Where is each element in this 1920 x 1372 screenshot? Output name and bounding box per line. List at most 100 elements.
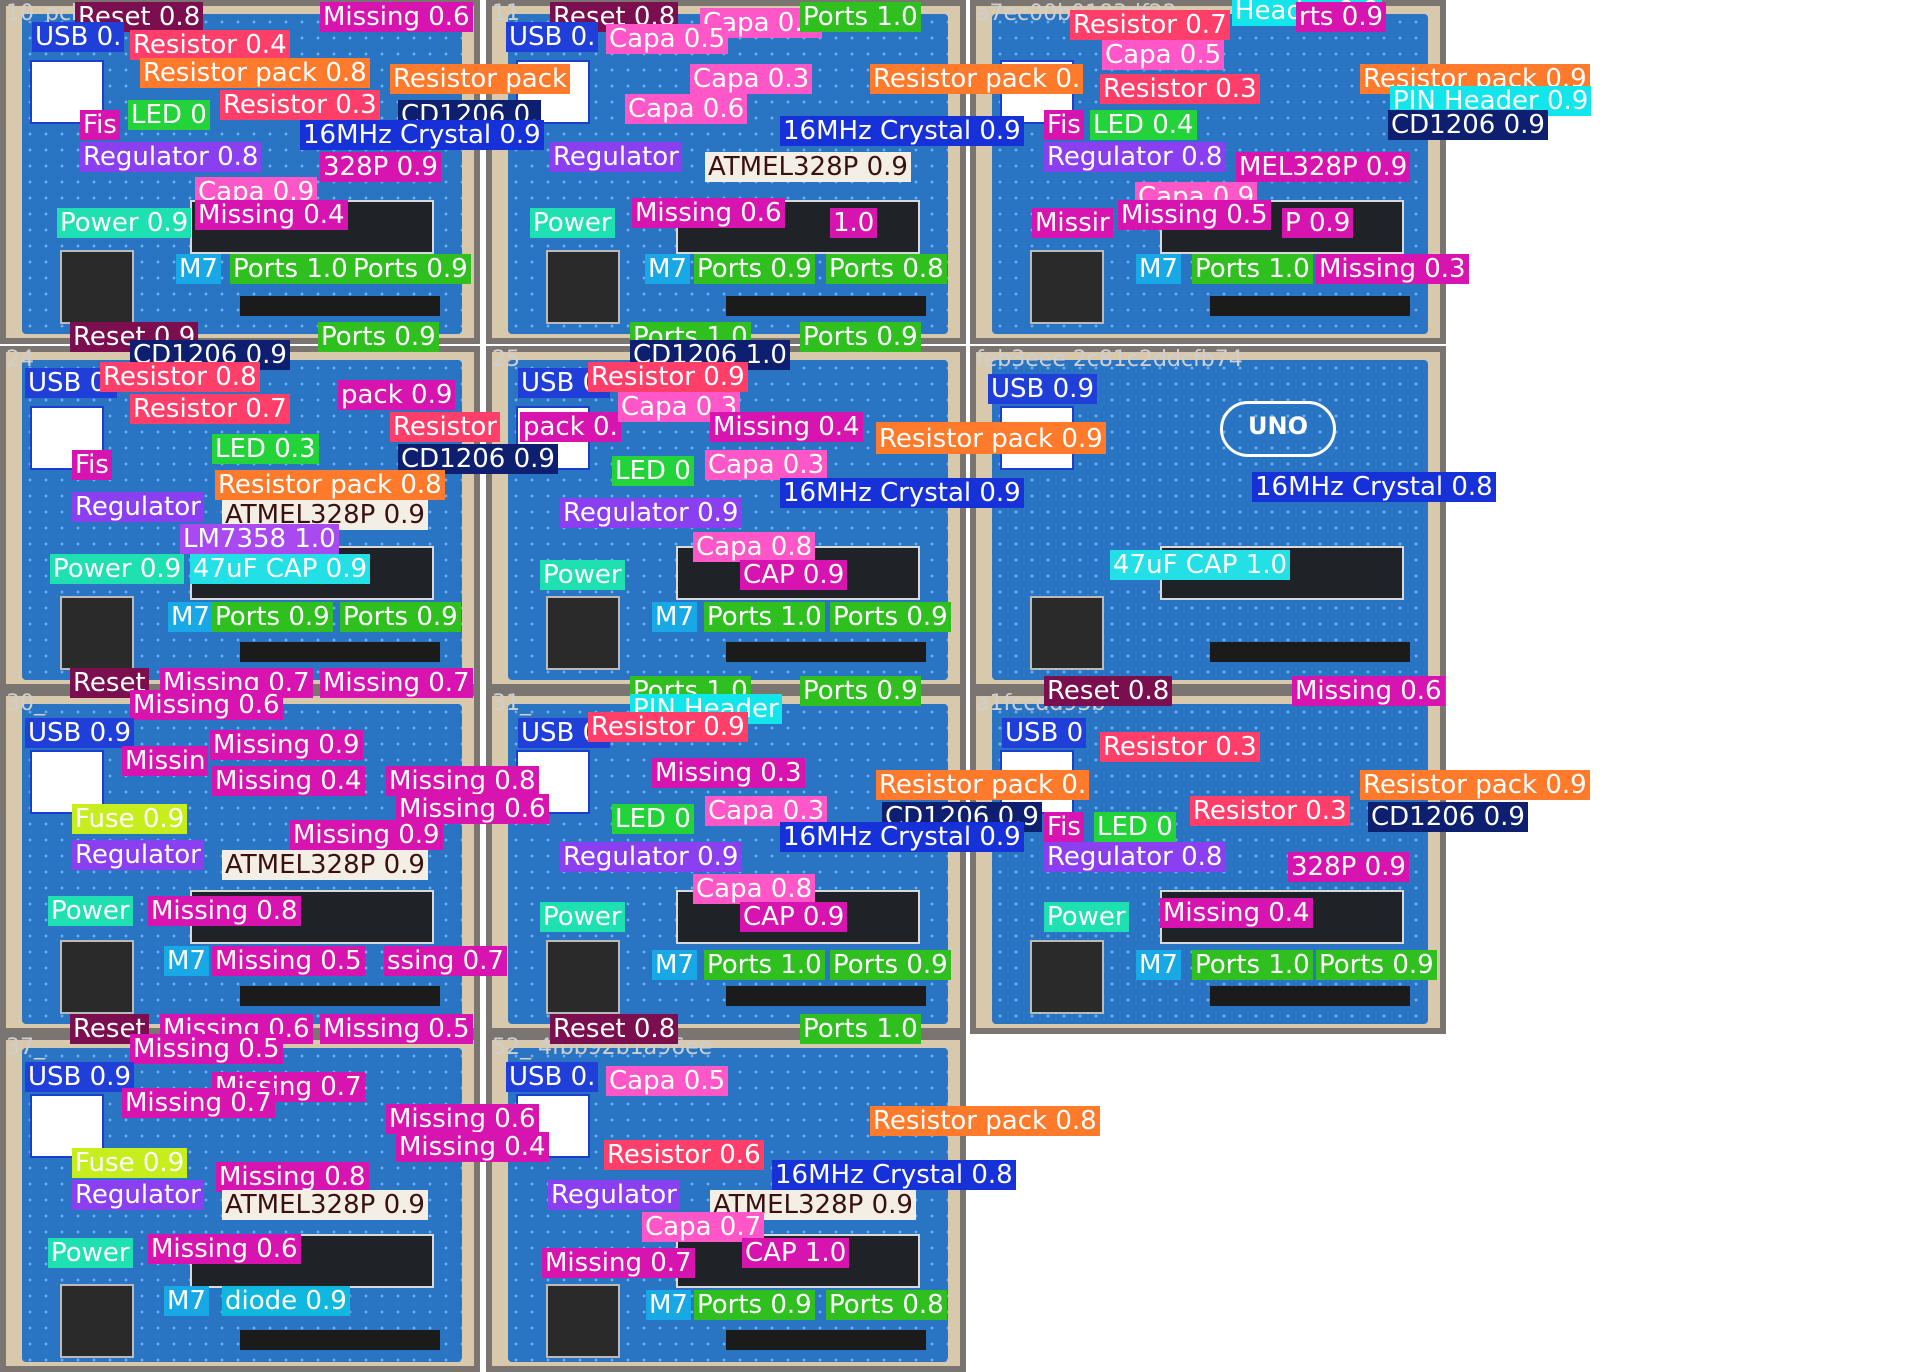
power-jack (60, 596, 134, 670)
detection-label: Missing 0.4 (195, 200, 348, 230)
detection-label: Reset 0.8 (1044, 676, 1173, 706)
detection-label: P 0.9 (1282, 208, 1354, 238)
detection-label: Capa 0.6 (625, 94, 748, 124)
pin-header (1210, 986, 1410, 1006)
detection-label: Fuse 0.9 (72, 1148, 188, 1178)
detection-label: M7 (164, 1286, 209, 1316)
detection-label: Regulator 0.9 (560, 498, 742, 528)
detection-label: Resistor pack 0. (876, 770, 1090, 800)
detection-label: Ports 0.9 (830, 602, 951, 632)
detection-label: USB 0. (32, 22, 125, 52)
detection-label: Resistor 0.9 (588, 362, 748, 392)
detection-label: Missing 0.4 (396, 1132, 549, 1162)
detection-label: Power (1044, 902, 1129, 932)
detection-label: Missing 0.4 (1160, 898, 1313, 928)
detection-label: Resistor pack 0.9 (1360, 770, 1590, 800)
detection-label: rts 0.9 (1296, 2, 1387, 32)
detection-label: M7 (168, 602, 213, 632)
power-jack (546, 596, 620, 670)
detection-label: Missing 0.4 (710, 412, 863, 442)
detection-label: M7 (1136, 950, 1181, 980)
detection-label: Capa 0.3 (705, 450, 828, 480)
detection-label: 16MHz Crystal 0.8 (772, 1160, 1016, 1190)
detection-label: 328P 0.9 (320, 152, 441, 182)
detection-label: Missing 0.6 (386, 1104, 539, 1134)
detection-label: 47uF CAP 0.9 (190, 554, 371, 584)
detection-label: Regulator 0.8 (1044, 842, 1226, 872)
pin-header (1210, 296, 1410, 316)
power-jack (546, 250, 620, 324)
detection-label: Resistor 0.9 (588, 712, 748, 742)
detection-grid: 10_pcb11_a7ec00b0183df2224_25_UNOfeb3eee… (0, 0, 1920, 1372)
pin-header (1210, 642, 1410, 662)
detection-label: USB 0. (506, 1062, 599, 1092)
detection-label: MEL328P 0.9 (1236, 152, 1411, 182)
detection-label: Missing 0.5 (320, 1014, 473, 1044)
detection-label: Missing 0.4 (212, 766, 365, 796)
detection-label: Missin (122, 746, 209, 776)
detection-label: Missing 0.6 (148, 1234, 301, 1264)
detection-label: Ports 0.9 (800, 676, 921, 706)
power-jack (546, 1284, 620, 1358)
detection-label: Resistor pack 0.8 (870, 1106, 1100, 1136)
detection-label: Ports 0.9 (830, 950, 951, 980)
detection-label: Fis (1044, 110, 1084, 140)
detection-label: Missing 0.9 (210, 730, 363, 760)
detection-label: M7 (176, 254, 221, 284)
detection-label: CD1206 0.9 (1388, 110, 1548, 140)
tile-title: 31_ (492, 691, 531, 716)
detection-label: Resistor (390, 412, 500, 442)
detection-label: Missing 0.5 (212, 946, 365, 976)
detection-label: LED 0 (128, 100, 210, 130)
detection-label: Missing 0.9 (290, 820, 443, 850)
detection-label: Ports 0.9 (318, 322, 439, 352)
power-jack (1030, 940, 1104, 1014)
detection-label: M7 (652, 602, 697, 632)
detection-label: LED 0.3 (212, 434, 319, 464)
detection-label: Ports 0.8 (826, 254, 947, 284)
tile-title: 37_ (6, 1035, 45, 1060)
detection-label: diode 0.9 (222, 1286, 350, 1316)
detection-label: Resistor pack 0. (870, 64, 1084, 94)
detection-label: Missing 0.6 (130, 690, 283, 720)
detection-label: Ports 0.9 (800, 322, 921, 352)
detection-label: USB 0.9 (25, 718, 134, 748)
detection-label: Resistor 0.7 (130, 394, 290, 424)
detection-label: Ports 0.9 (694, 1290, 815, 1320)
pin-header (240, 296, 440, 316)
detection-label: Missing 0.7 (122, 1088, 275, 1118)
detection-label: Reset 0.8 (550, 1014, 679, 1044)
detection-label: Resistor 0.6 (604, 1140, 764, 1170)
detection-label: Missir (1032, 208, 1113, 238)
detection-label: Regulator (72, 492, 204, 522)
detection-label: Capa 0.5 (1102, 40, 1225, 70)
detection-label: ATMEL328P 0.9 (222, 1190, 428, 1220)
pin-header (240, 642, 440, 662)
detection-label: Missing 0.8 (148, 896, 301, 926)
detection-label: M7 (645, 254, 690, 284)
detection-label: Fuse 0.9 (72, 804, 188, 834)
pin-header (240, 986, 440, 1006)
detection-label: Missing 0.8 (216, 1162, 369, 1192)
power-jack (60, 940, 134, 1014)
power-jack (546, 940, 620, 1014)
detection-label: Regulator (72, 1180, 204, 1210)
power-jack (60, 1284, 134, 1358)
detection-label: Power (48, 896, 133, 926)
detection-label: Regulator 0.8 (80, 142, 262, 172)
detection-label: Regulator (72, 840, 204, 870)
detection-label: LED 0.4 (1090, 110, 1197, 140)
detection-label: Resistor pack 0.8 (140, 58, 370, 88)
detection-label: Capa 0.5 (606, 1066, 729, 1096)
detection-label: Missing 0.7 (320, 668, 473, 698)
detection-label: 1.0 (830, 208, 878, 238)
power-jack (1030, 596, 1104, 670)
detection-label: 16MHz Crystal 0.9 (780, 116, 1024, 146)
detection-label: 16MHz Crystal 0.8 (1252, 472, 1496, 502)
detection-label: Regulator (550, 142, 682, 172)
detection-label: Resistor 0.8 (100, 362, 260, 392)
detection-label: CD1206 0.9 (1368, 802, 1528, 832)
detection-label: Ports 1.0 (800, 1014, 921, 1044)
detection-label: Resistor 0.3 (1190, 796, 1350, 826)
detection-label: Missing 0.8 (386, 766, 539, 796)
